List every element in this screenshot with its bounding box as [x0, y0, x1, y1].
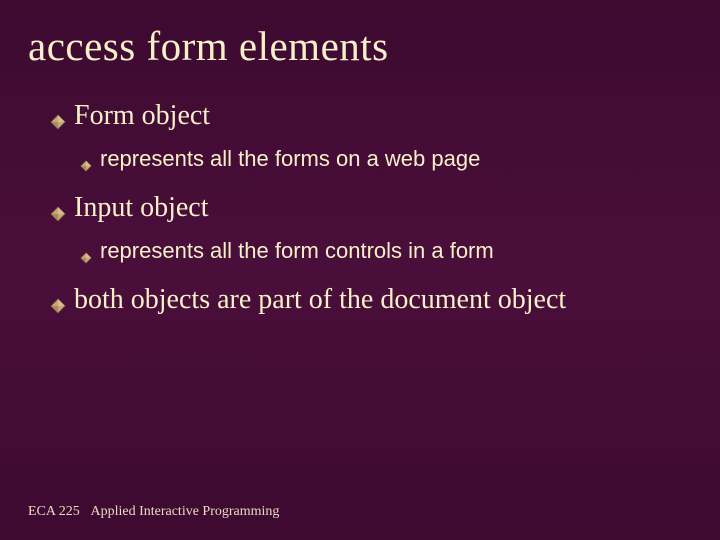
list-item: represents all the form controls in a fo… — [80, 238, 692, 270]
list-item: Input object — [50, 192, 692, 230]
list-item: represents all the forms on a web page — [80, 146, 692, 178]
slide-title: access form elements — [28, 22, 692, 70]
list-item-text: represents all the forms on a web page — [100, 146, 480, 172]
slide-container: access form elements Form object represe… — [0, 0, 720, 540]
list-item-text: Form object — [74, 100, 210, 132]
footer-course-code: ECA 225 — [28, 504, 80, 519]
diamond-bullet-icon — [50, 290, 66, 322]
footer-course-title: Applied Interactive Programming — [90, 504, 279, 519]
diamond-bullet-icon — [50, 198, 66, 230]
list-item-text: represents all the form controls in a fo… — [100, 238, 494, 264]
slide-content: Form object represents all the forms on … — [28, 100, 692, 322]
diamond-bullet-icon — [50, 106, 66, 138]
slide-footer: ECA 225 Applied Interactive Programming — [28, 504, 279, 520]
diamond-bullet-icon — [80, 152, 92, 178]
list-item-text: Input object — [74, 192, 209, 224]
list-item-text: both objects are part of the document ob… — [74, 284, 566, 316]
list-item: both objects are part of the document ob… — [50, 284, 692, 322]
diamond-bullet-icon — [80, 244, 92, 270]
list-item: Form object — [50, 100, 692, 138]
